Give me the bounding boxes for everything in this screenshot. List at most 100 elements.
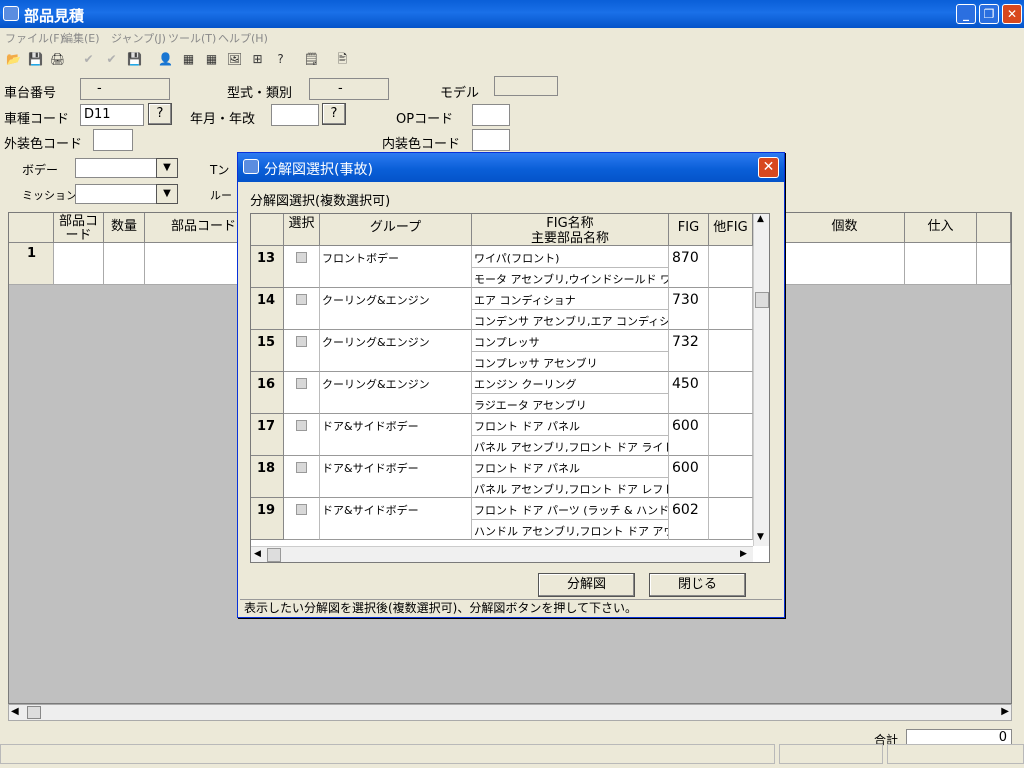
year-lookup-button[interactable]: ? [322, 103, 346, 125]
scroll-thumb[interactable] [27, 706, 41, 719]
grid-cell[interactable] [104, 243, 145, 285]
group-cell[interactable]: ドア&サイドボデー [320, 498, 472, 540]
menu-jump[interactable]: ジャンプ(J) [111, 30, 166, 46]
figure-vertical-scrollbar[interactable]: ▲ ▼ [753, 214, 769, 546]
fig-cell[interactable]: 600 [669, 456, 709, 498]
open-icon[interactable]: 📂 [3, 49, 24, 70]
fig-cell[interactable]: 732 [669, 330, 709, 372]
select-checkbox[interactable] [296, 336, 307, 347]
document-icon[interactable]: 🖹 [332, 49, 353, 70]
other-fig-cell[interactable] [709, 456, 753, 498]
fig-cell[interactable]: 730 [669, 288, 709, 330]
figure-row[interactable]: 17 ドア&サイドボデー フロント ドア パネル パネル アセンブリ,フロント ドア … [251, 414, 753, 456]
col-count[interactable]: 個数 [785, 213, 905, 243]
fig-name-cell[interactable]: エンジン クーリング ラジエータ アセンブリ [472, 372, 669, 414]
other-fig-cell[interactable] [709, 246, 753, 288]
row-number[interactable]: 13 [251, 246, 284, 288]
op-code-input[interactable] [472, 104, 510, 126]
show-figure-button[interactable]: 分解図 [538, 573, 635, 597]
select-checkbox[interactable] [296, 378, 307, 389]
col-fig[interactable]: FIG [669, 214, 709, 246]
menu-tools[interactable]: ツール(T) [168, 30, 216, 46]
col-quantity[interactable]: 数量 [104, 213, 145, 243]
grid-cell[interactable] [785, 243, 905, 285]
ext-color-input[interactable] [93, 129, 133, 151]
expand-icon[interactable]: ⊞ [247, 49, 268, 70]
fig-name-cell[interactable]: フロント ドア パネル パネル アセンブリ,フロント ドア ライト [472, 414, 669, 456]
vehicle-code-input[interactable]: D11 [80, 104, 144, 126]
other-fig-cell[interactable] [709, 288, 753, 330]
fig-name-cell[interactable]: フロント ドア パネル パネル アセンブリ,フロント ドア レフト [472, 456, 669, 498]
row-number[interactable]: 16 [251, 372, 284, 414]
row-number[interactable]: 19 [251, 498, 284, 540]
save-icon[interactable]: 💾 [25, 49, 46, 70]
grid-cell[interactable] [905, 243, 977, 285]
figure-row[interactable]: 14 クーリング&エンジン エア コンディショナ コンデンサ アセンブリ,エア コンデ… [251, 288, 753, 330]
fig-cell[interactable]: 600 [669, 414, 709, 456]
vehicle-code-lookup-button[interactable]: ? [148, 103, 172, 125]
group-cell[interactable]: クーリング&エンジン [320, 330, 472, 372]
select-cell[interactable] [284, 246, 320, 288]
dialog-cancel-button[interactable]: 閉じる [649, 573, 746, 597]
fig-name-cell[interactable]: フロント ドア パーツ (ラッチ & ハンドル) ハンドル アセンブリ,フロント … [472, 498, 669, 540]
grid-cell[interactable] [145, 243, 245, 285]
group-cell[interactable]: ドア&サイドボデー [320, 456, 472, 498]
col-other-fig[interactable]: 他FIG [709, 214, 753, 246]
scroll-left-icon[interactable]: ◀ [254, 549, 261, 559]
row-number[interactable]: 15 [251, 330, 284, 372]
col-purchase[interactable]: 仕入 [905, 213, 977, 243]
close-button[interactable]: ✕ [1002, 4, 1022, 24]
menu-help[interactable]: ヘルプ(H) [218, 30, 268, 46]
select-checkbox[interactable] [296, 462, 307, 473]
other-fig-cell[interactable] [709, 414, 753, 456]
col-part-code[interactable]: 部品コード [54, 213, 104, 243]
int-color-input[interactable] [472, 129, 510, 151]
export-icon[interactable]: 💾 [124, 49, 145, 70]
select-checkbox[interactable] [296, 294, 307, 305]
grid-cell[interactable] [977, 243, 1011, 285]
figure-row[interactable]: 18 ドア&サイドボデー フロント ドア パネル パネル アセンブリ,フロント ドア … [251, 456, 753, 498]
grid-icon[interactable]: ▦ [178, 49, 199, 70]
fig-name-cell[interactable]: エア コンディショナコンデンサ アセンブリ,エア コンディショナ [472, 288, 669, 330]
figure-horizontal-scrollbar[interactable]: ◀ ▶ [251, 546, 753, 562]
chevron-down-icon[interactable]: ▼ [156, 184, 178, 204]
col-select[interactable]: 選択 [284, 214, 320, 246]
transmission-select[interactable]: ▼ [75, 184, 178, 204]
col-fig-name[interactable]: FIG名称 主要部品名称 [472, 214, 669, 246]
check-icon[interactable]: ✔ [78, 49, 99, 70]
select-cell[interactable] [284, 372, 320, 414]
group-cell[interactable]: クーリング&エンジン [320, 372, 472, 414]
figure-row[interactable]: 15 クーリング&エンジン コンプレッサ コンプレッサ アセンブリ 732 [251, 330, 753, 372]
fig-cell[interactable]: 870 [669, 246, 709, 288]
scroll-right-icon[interactable]: ▶ [1001, 706, 1009, 717]
grid-horizontal-scrollbar[interactable]: ◀ ▶ [8, 704, 1012, 721]
row-number[interactable]: 14 [251, 288, 284, 330]
image-icon[interactable]: 🖼 [224, 49, 245, 70]
select-cell[interactable] [284, 498, 320, 540]
other-fig-cell[interactable] [709, 330, 753, 372]
scroll-left-icon[interactable]: ◀ [11, 706, 19, 717]
help-icon[interactable]: ? [270, 49, 291, 70]
group-cell[interactable]: ドア&サイドボデー [320, 414, 472, 456]
group-cell[interactable]: フロントボデー [320, 246, 472, 288]
row-number[interactable]: 17 [251, 414, 284, 456]
figure-row[interactable]: 19 ドア&サイドボデー フロント ドア パーツ (ラッチ & ハンドル) ハンドル … [251, 498, 753, 540]
copy-icon[interactable]: 🗒 [301, 49, 322, 70]
scroll-right-icon[interactable]: ▶ [740, 549, 747, 559]
other-fig-cell[interactable] [709, 498, 753, 540]
select-cell[interactable] [284, 330, 320, 372]
scroll-thumb[interactable] [755, 292, 769, 308]
row-number[interactable]: 1 [9, 243, 54, 285]
menu-edit[interactable]: 編集(E) [62, 30, 100, 46]
scroll-thumb[interactable] [267, 548, 281, 562]
minimize-button[interactable]: _ [956, 4, 976, 24]
check-alt-icon[interactable]: ✔ [101, 49, 122, 70]
fig-name-cell[interactable]: コンプレッサ コンプレッサ アセンブリ [472, 330, 669, 372]
fig-name-cell[interactable]: ワイパ(フロント) モータ アセンブリ,ウインドシールド ワイパ [472, 246, 669, 288]
scroll-down-icon[interactable]: ▼ [757, 532, 764, 542]
dialog-close-icon[interactable]: ✕ [758, 157, 779, 178]
body-select[interactable]: ▼ [75, 158, 178, 178]
col-part-code-2[interactable]: 部品コード [145, 213, 245, 243]
col-group[interactable]: グループ [320, 214, 472, 246]
select-cell[interactable] [284, 414, 320, 456]
